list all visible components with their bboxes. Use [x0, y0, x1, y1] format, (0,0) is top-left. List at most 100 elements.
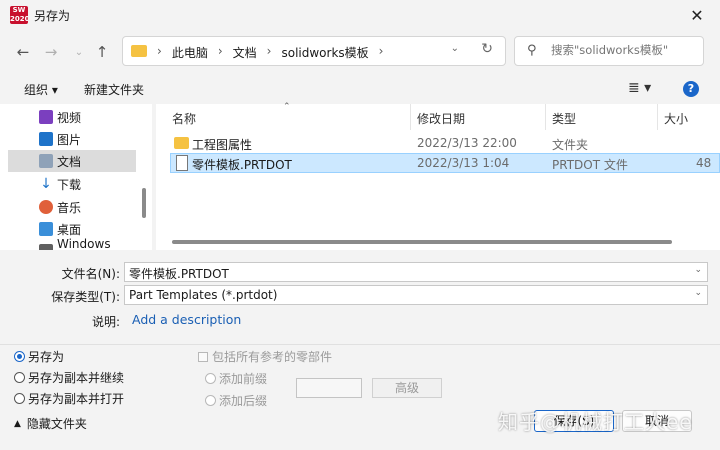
sidebar-item-label: 音乐 [57, 200, 82, 215]
chevron-right-icon: › [378, 44, 384, 58]
refresh-icon[interactable]: ↻ [481, 41, 493, 57]
breadcrumb-item-documents[interactable]: 文档 [233, 44, 257, 61]
description-label: 说明: [91, 315, 120, 329]
app-icon: SW 2020 [10, 6, 28, 24]
search-box[interactable]: ⚲ [514, 36, 704, 66]
column-header-name[interactable]: 名称 [172, 110, 196, 127]
forward-button[interactable]: → [39, 40, 63, 64]
column-divider [410, 104, 411, 130]
column-header-type[interactable]: 类型 [552, 110, 576, 127]
save-copy-continue-radio[interactable]: 另存为副本并继续 [14, 369, 124, 386]
filename-value: 零件模板.PRTDOT [129, 267, 229, 281]
save-copy-open-radio[interactable]: 另存为副本并打开 [14, 390, 124, 407]
file-row[interactable]: 零件模板.PRTDOT 2022/3/13 1:04 PRTDOT 文件 48 [170, 153, 720, 173]
breadcrumb-item-this-pc[interactable]: 此电脑 [172, 44, 208, 61]
arrow-left-icon: ← [16, 43, 30, 61]
filename-label: 文件名(N): [61, 267, 120, 281]
breadcrumb-item-solidworks[interactable]: solidworks模板 [281, 44, 368, 61]
document-icon [39, 154, 53, 168]
file-date: 2022/3/13 22:00 [417, 136, 517, 150]
sidebar-item-documents[interactable]: 文档 [8, 150, 136, 172]
chevron-right-icon: › [157, 44, 162, 58]
chevron-down-icon[interactable]: ⌄ [694, 265, 702, 275]
folder-icon [174, 137, 189, 149]
add-prefix-label: 添加前缀 [219, 372, 268, 386]
picture-icon [39, 132, 53, 146]
sidebar-item-pictures[interactable]: 图片 [8, 128, 136, 150]
file-name: 零件模板.PRTDOT [192, 158, 292, 172]
save-as-radio[interactable]: 另存为 [14, 348, 64, 365]
drive-icon [39, 244, 53, 250]
new-folder-button[interactable]: 新建文件夹 [84, 81, 144, 98]
include-references-label: 包括所有参考的零部件 [212, 350, 333, 364]
cancel-button[interactable]: 取消 [622, 410, 692, 432]
sidebar-item-label: Windows (C:) [57, 237, 111, 250]
file-type: 文件夹 [552, 138, 589, 152]
add-prefix-radio[interactable]: 添加前缀 [205, 370, 267, 387]
radio-icon [14, 372, 25, 383]
save-copy-open-label: 另存为副本并打开 [28, 392, 125, 406]
radio-icon [14, 393, 25, 404]
back-button[interactable]: ← [11, 40, 35, 64]
radio-icon [205, 395, 216, 406]
column-divider [657, 104, 658, 130]
sidebar-scrollbar[interactable] [142, 188, 146, 218]
window-title: 另存为 [34, 9, 71, 23]
filetype-value: Part Templates (*.prtdot) [129, 288, 278, 302]
video-icon [39, 110, 53, 124]
save-as-label: 另存为 [28, 350, 65, 364]
prefix-suffix-input[interactable] [296, 378, 362, 398]
view-options-button[interactable]: ≣ ▾ [628, 80, 651, 96]
add-suffix-radio[interactable]: 添加后缀 [205, 392, 267, 409]
filetype-label: 保存类型(T): [51, 290, 120, 304]
chevron-down-icon[interactable]: ⌄ [694, 288, 702, 298]
column-header-size[interactable]: 大小 [664, 110, 688, 127]
save-button[interactable]: 保存(S) [534, 410, 614, 432]
file-row[interactable]: 工程图属性 2022/3/13 22:00 文件夹 [170, 134, 720, 154]
toolbar: 组织 ▾ 新建文件夹 ≣ ▾ ? [0, 76, 720, 104]
chevron-up-icon: ▲ [14, 418, 21, 429]
file-date: 2022/3/13 1:04 [417, 156, 510, 170]
chevron-down-icon: ⌄ [74, 46, 84, 58]
file-name: 工程图属性 [192, 138, 253, 152]
sidebar-item-drive-c[interactable]: Windows (C:) [8, 237, 136, 250]
sidebar-item-label: 文档 [57, 154, 82, 169]
close-button[interactable]: ✕ [674, 0, 720, 30]
sidebar-item-music[interactable]: 音乐 [8, 196, 136, 218]
file-type: PRTDOT 文件 [552, 158, 628, 172]
sidebar-item-videos[interactable]: 视频 [8, 106, 136, 128]
advanced-button[interactable]: 高级 [372, 378, 442, 398]
chevron-right-icon: › [217, 44, 223, 58]
recent-dropdown[interactable]: ⌄ [67, 40, 91, 64]
address-dropdown[interactable]: ⌄ [451, 43, 459, 54]
hide-folders-toggle[interactable]: ▲ 隐藏文件夹 [14, 415, 87, 432]
sidebar-item-label: 视频 [57, 110, 82, 125]
add-suffix-label: 添加后缀 [219, 394, 268, 408]
filetype-select[interactable]: Part Templates (*.prtdot) ⌄ [124, 285, 708, 305]
horizontal-scrollbar[interactable] [172, 240, 672, 244]
up-button[interactable]: ↑ [90, 40, 114, 64]
address-bar[interactable]: › 此电脑 › 文档 › solidworks模板 › ⌄ ↻ [122, 36, 506, 66]
folder-icon [131, 45, 147, 57]
close-icon: ✕ [690, 5, 704, 25]
help-icon[interactable]: ? [683, 81, 699, 97]
music-icon [39, 200, 53, 214]
add-description-link[interactable]: Add a description [132, 312, 241, 327]
sidebar-item-label: 桌面 [57, 222, 82, 237]
radio-icon [205, 373, 216, 384]
title-bar: SW 2020 另存为 ✕ [0, 0, 720, 30]
sidebar-item-downloads[interactable]: ↓ 下载 [8, 173, 136, 195]
filename-field[interactable]: 零件模板.PRTDOT ⌄ [124, 262, 708, 282]
search-icon: ⚲ [527, 43, 537, 58]
arrow-up-icon: ↑ [95, 43, 109, 61]
file-size: 48 [696, 156, 712, 170]
include-references-checkbox[interactable]: 包括所有参考的零部件 [198, 348, 332, 365]
breadcrumb: › 此电脑 › 文档 › solidworks模板 › [157, 44, 393, 61]
organize-button[interactable]: 组织 ▾ [24, 81, 58, 98]
sidebar-item-label: 下载 [57, 177, 82, 192]
save-copy-continue-label: 另存为副本并继续 [28, 371, 125, 385]
download-icon: ↓ [40, 176, 52, 192]
column-divider [545, 104, 546, 130]
search-input[interactable] [551, 43, 699, 57]
column-header-date[interactable]: 修改日期 [417, 110, 465, 127]
